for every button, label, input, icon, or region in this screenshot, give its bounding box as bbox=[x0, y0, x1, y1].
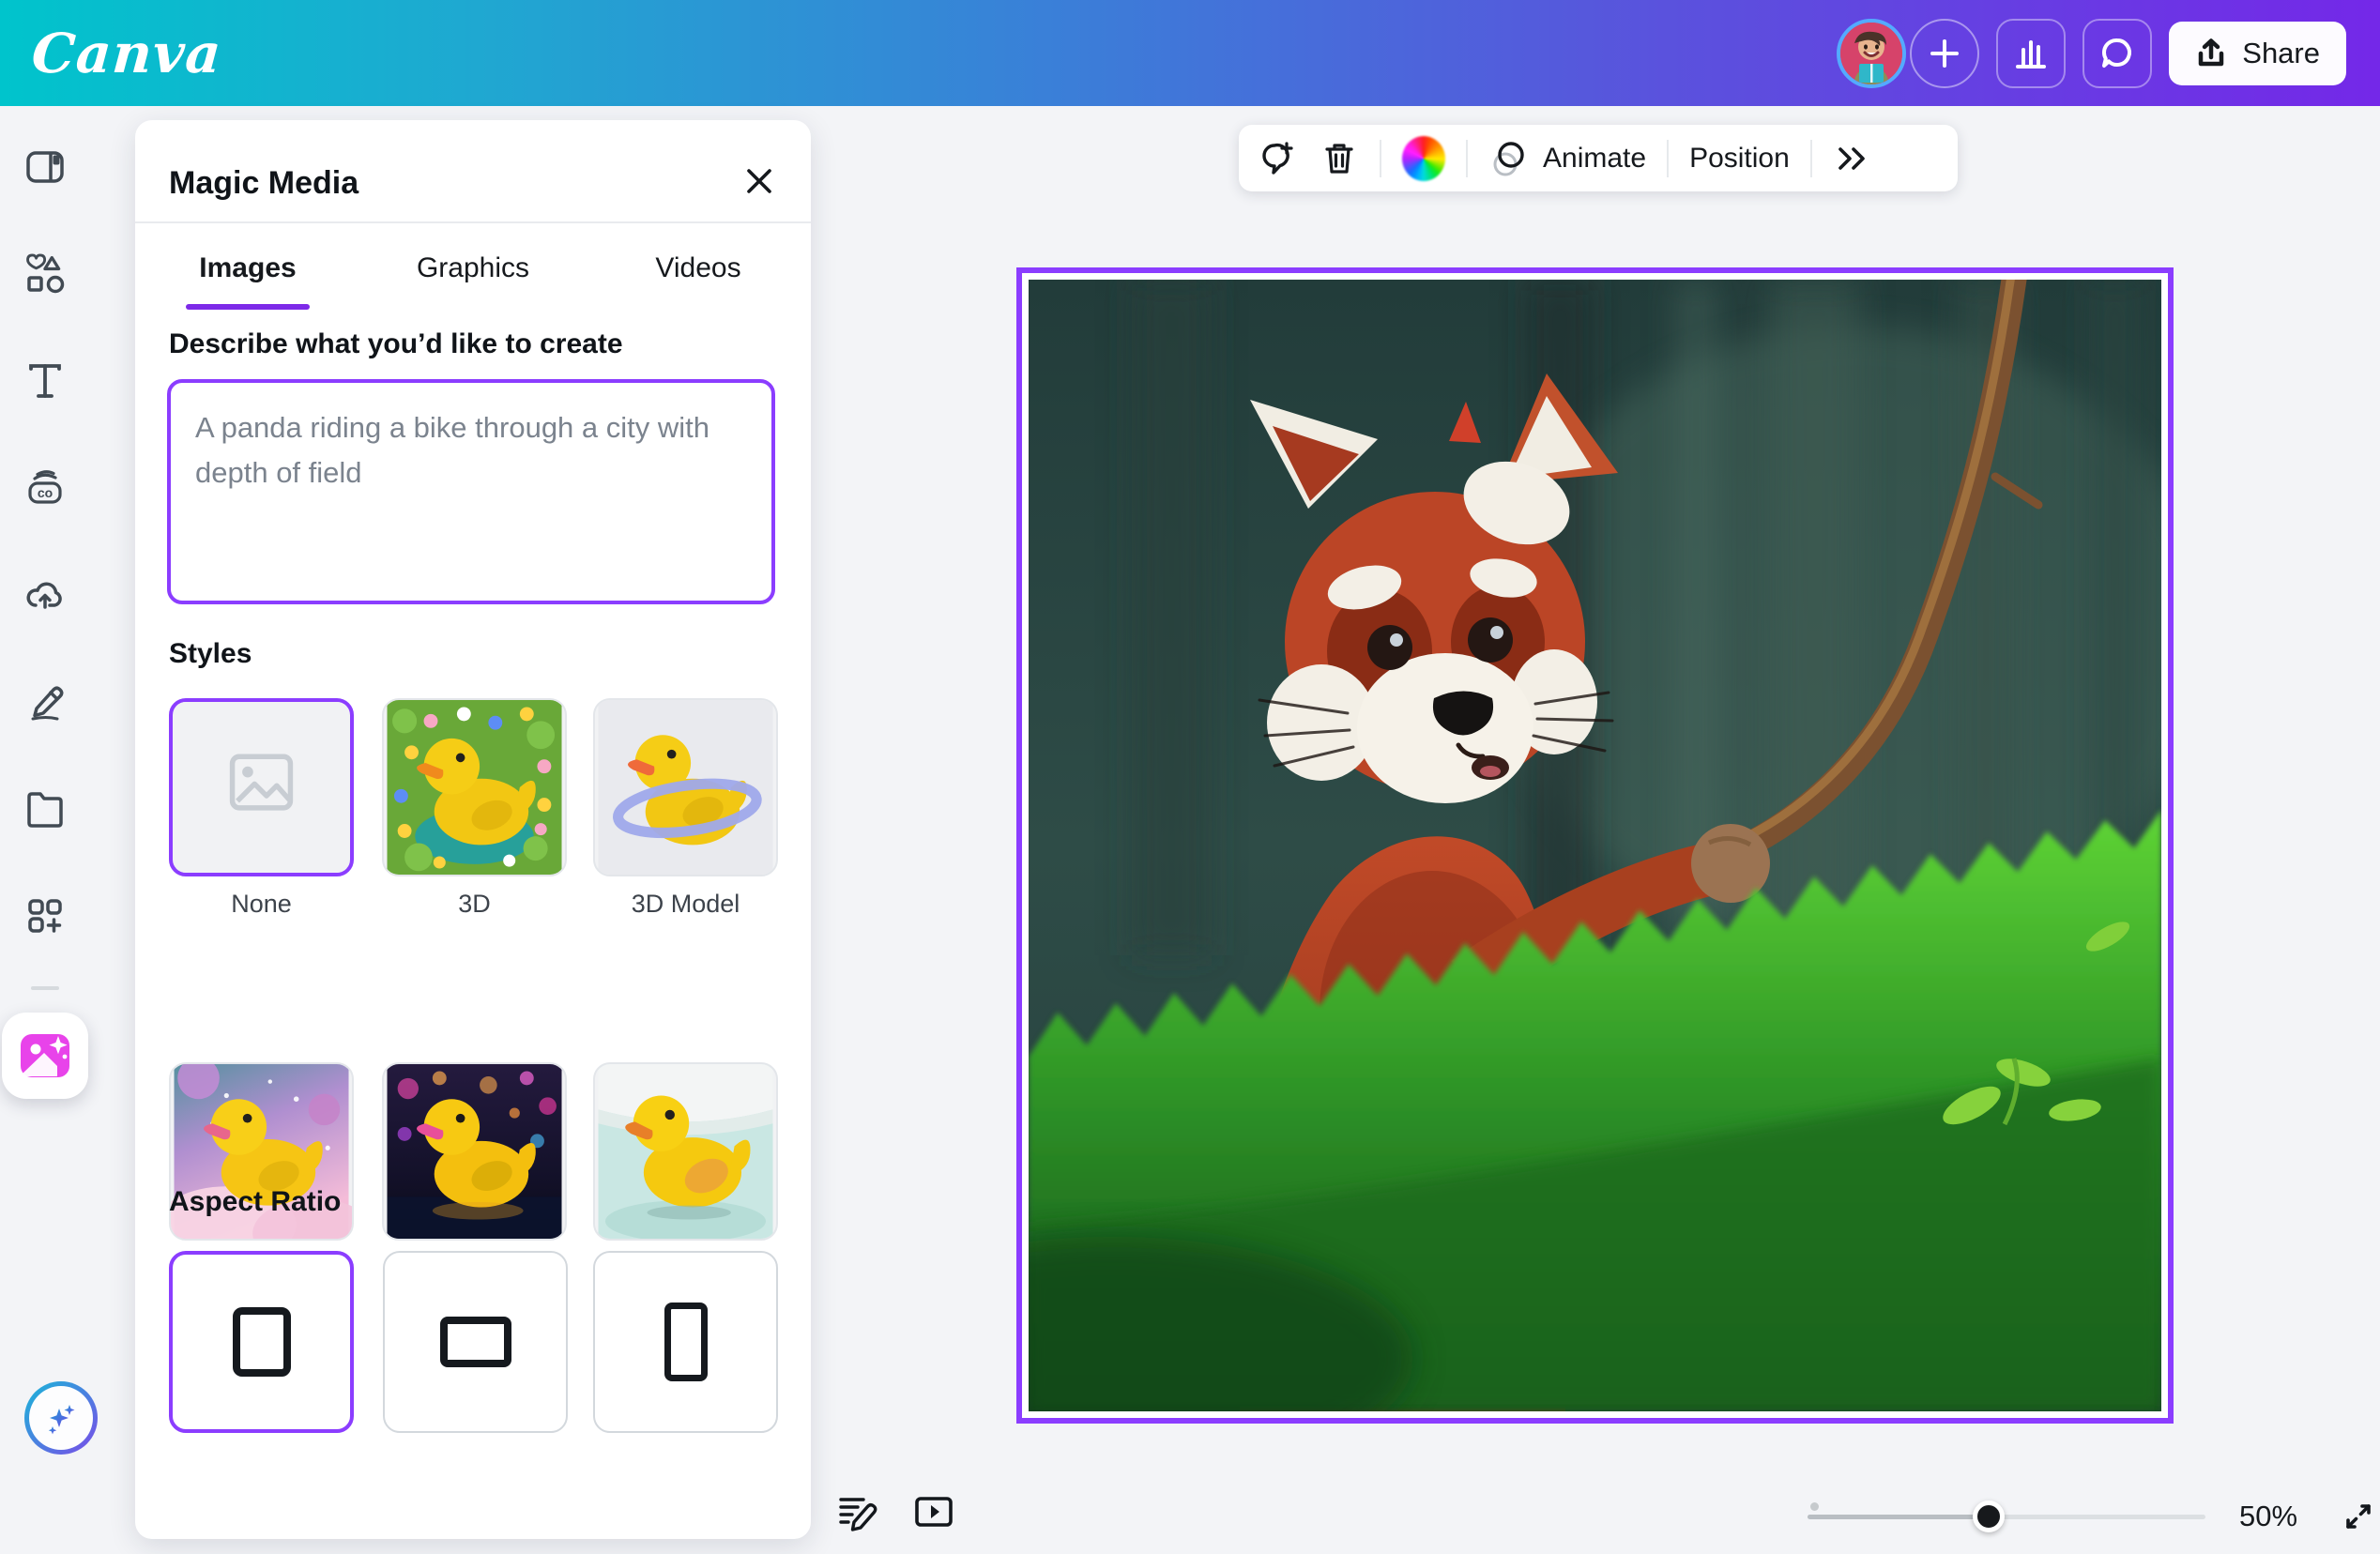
duck-3d-thumbnail bbox=[384, 700, 565, 875]
comments-bubble-icon bbox=[2098, 35, 2136, 72]
sidebar-item-magic-media[interactable] bbox=[2, 1013, 88, 1099]
canva-logo[interactable]: Canva bbox=[30, 22, 224, 85]
panel-title: Magic Media bbox=[169, 165, 359, 202]
add-comment-icon[interactable] bbox=[1258, 138, 1299, 179]
prompt-input[interactable] bbox=[167, 379, 775, 604]
style-label: None bbox=[169, 890, 354, 919]
more-chevrons-icon[interactable] bbox=[1833, 142, 1872, 175]
color-wheel-icon[interactable] bbox=[1402, 136, 1445, 181]
insights-button[interactable] bbox=[1996, 19, 2066, 88]
sidebar-divider bbox=[31, 986, 59, 990]
sidebar-item-projects[interactable] bbox=[11, 763, 79, 855]
comments-button[interactable] bbox=[2082, 19, 2152, 88]
plus-icon bbox=[1928, 37, 1961, 70]
aspect-square-glyph bbox=[233, 1307, 291, 1377]
describe-label: Describe what you’d like to create bbox=[169, 328, 623, 360]
avatar-image bbox=[1840, 23, 1902, 84]
toolbar-divider bbox=[1380, 140, 1381, 177]
zoom-controls: 50% bbox=[1808, 1490, 2380, 1543]
style-option-none[interactable] bbox=[169, 698, 354, 876]
magic-media-panel: Magic Media Images Graphics Videos Descr… bbox=[135, 120, 811, 1539]
canva-assistant-button[interactable] bbox=[24, 1381, 98, 1455]
tab-graphics-label: Graphics bbox=[417, 252, 529, 284]
style-option-retrowave[interactable] bbox=[382, 1062, 567, 1241]
fullscreen-button[interactable] bbox=[2339, 1497, 2378, 1536]
sidebar-item-design[interactable] bbox=[11, 121, 79, 213]
sidebar-item-draw[interactable] bbox=[11, 656, 79, 748]
toolbar-divider bbox=[1466, 140, 1468, 177]
panel-divider bbox=[135, 221, 811, 223]
svg-text:co: co bbox=[38, 485, 53, 500]
tab-images[interactable]: Images bbox=[135, 225, 360, 312]
tab-images-label: Images bbox=[199, 252, 296, 284]
insights-chart-icon bbox=[2012, 35, 2050, 72]
animate-button[interactable]: Animate bbox=[1488, 138, 1646, 179]
share-upload-icon bbox=[2195, 38, 2227, 69]
sidebar-item-brand[interactable]: co bbox=[11, 442, 79, 534]
close-panel-button[interactable] bbox=[734, 156, 785, 206]
style-option-3d[interactable] bbox=[382, 698, 567, 876]
position-button[interactable]: Position bbox=[1689, 143, 1790, 175]
sidebar-item-uploads[interactable] bbox=[11, 549, 79, 641]
aspect-landscape-glyph bbox=[440, 1317, 511, 1367]
zoom-slider-thumb[interactable] bbox=[1973, 1501, 2005, 1532]
zoom-slider[interactable] bbox=[1808, 1515, 2205, 1519]
style-option-photo[interactable] bbox=[593, 1062, 778, 1241]
apps-icon bbox=[23, 894, 67, 937]
avatar[interactable] bbox=[1837, 19, 1906, 88]
element-toolbar: Animate Position bbox=[1239, 125, 1958, 191]
toolbar-divider bbox=[1810, 140, 1812, 177]
media-type-tabs: Images Graphics Videos bbox=[135, 225, 811, 312]
top-bar: Canva bbox=[0, 0, 2380, 106]
toolbar-divider bbox=[1667, 140, 1669, 177]
expand-fullscreen-icon bbox=[2339, 1497, 2378, 1536]
text-icon bbox=[23, 359, 67, 403]
zoom-percentage: 50% bbox=[2239, 1500, 2297, 1533]
notes-icon[interactable] bbox=[835, 1490, 878, 1533]
styles-heading: Styles bbox=[169, 638, 252, 670]
aspect-option-square[interactable] bbox=[169, 1251, 354, 1433]
sidebar-item-apps[interactable] bbox=[11, 870, 79, 962]
assistant-sparkle-icon bbox=[40, 1397, 82, 1439]
zoom-fit-marker bbox=[1810, 1502, 1819, 1511]
share-button[interactable]: Share bbox=[2169, 22, 2346, 85]
zoom-slider-fill bbox=[1808, 1515, 1988, 1519]
canvas-selected-image[interactable] bbox=[1016, 267, 2174, 1424]
image-placeholder-icon bbox=[173, 702, 350, 873]
trash-icon[interactable] bbox=[1320, 139, 1359, 178]
close-icon bbox=[742, 164, 776, 198]
style-option-3d-model[interactable] bbox=[593, 698, 778, 876]
design-icon bbox=[23, 145, 67, 189]
aspect-option-landscape[interactable] bbox=[383, 1251, 568, 1433]
duck-3d-model-thumbnail bbox=[595, 700, 776, 875]
brand-icon: co bbox=[23, 466, 67, 510]
tab-videos-label: Videos bbox=[655, 252, 740, 284]
duck-retrowave-thumbnail bbox=[384, 1064, 565, 1239]
object-panel-rail: co bbox=[0, 106, 90, 1554]
aspect-ratio-heading: Aspect Ratio bbox=[169, 1186, 341, 1218]
red-panda-illustration bbox=[1029, 280, 2161, 1411]
sidebar-item-elements[interactable] bbox=[11, 228, 79, 320]
tab-videos[interactable]: Videos bbox=[586, 225, 811, 312]
tab-graphics[interactable]: Graphics bbox=[360, 225, 586, 312]
aspect-option-portrait[interactable] bbox=[593, 1251, 778, 1433]
projects-icon bbox=[23, 787, 67, 830]
animate-label: Animate bbox=[1543, 143, 1646, 175]
magic-media-app-icon bbox=[18, 1028, 72, 1083]
add-member-button[interactable] bbox=[1910, 19, 1979, 88]
sidebar-item-text[interactable] bbox=[11, 335, 79, 427]
uploads-icon bbox=[23, 573, 67, 617]
duck-photo-thumbnail bbox=[595, 1064, 776, 1239]
style-label: 3D bbox=[382, 890, 567, 919]
active-tab-underline bbox=[186, 304, 310, 310]
canva-editor: Canva bbox=[0, 0, 2380, 1554]
share-label: Share bbox=[2242, 37, 2320, 70]
animate-icon bbox=[1488, 138, 1530, 179]
elements-icon bbox=[23, 252, 67, 296]
style-label: 3D Model bbox=[593, 890, 778, 919]
present-play-icon[interactable] bbox=[912, 1490, 955, 1533]
aspect-portrait-glyph bbox=[664, 1303, 708, 1381]
draw-icon bbox=[23, 680, 67, 724]
